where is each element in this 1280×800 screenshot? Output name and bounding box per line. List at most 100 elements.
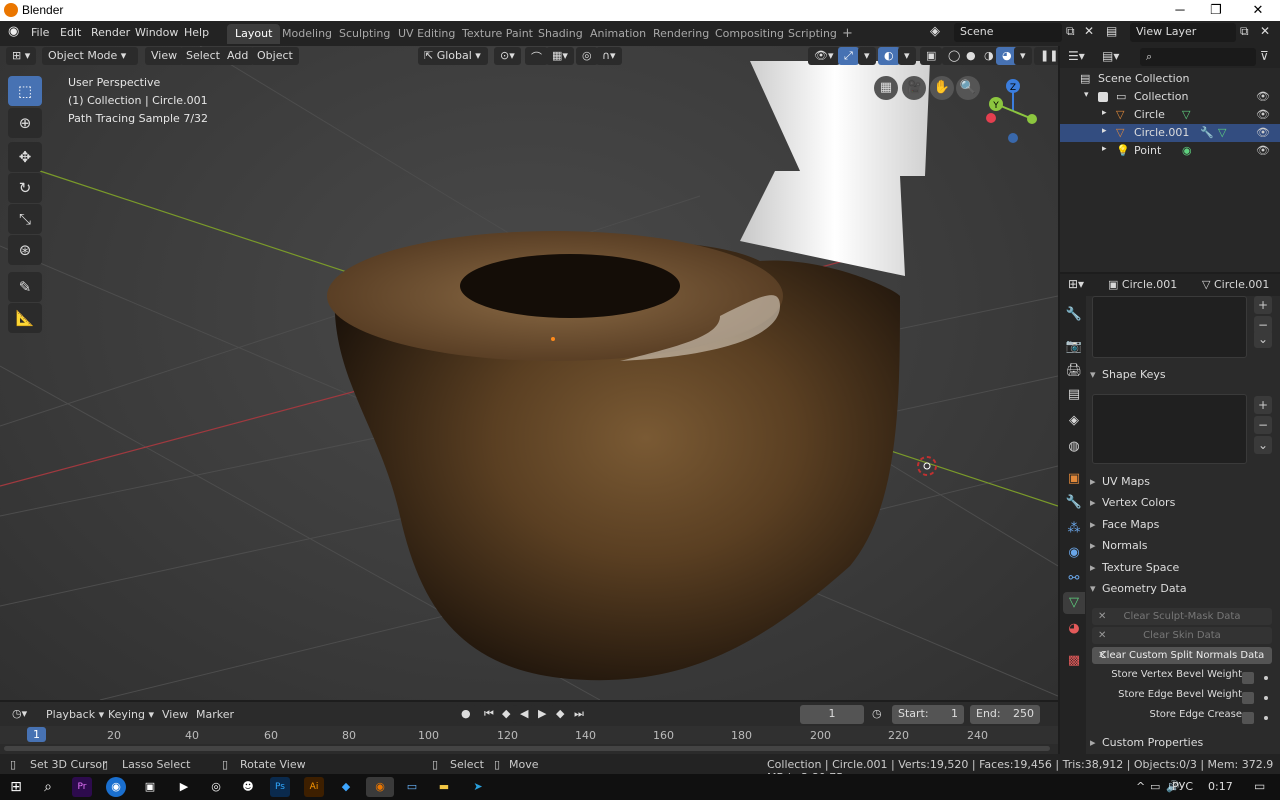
shape-key-menu-icon[interactable]: ⌄ <box>1254 436 1272 454</box>
menu-file[interactable]: File <box>31 26 49 39</box>
remove-shape-key-button[interactable]: − <box>1254 416 1272 434</box>
menu-playback[interactable]: Playback ▾ <box>46 708 104 721</box>
outliner-editor-type-icon[interactable]: ☰▾ <box>1068 49 1085 63</box>
outliner-collection[interactable]: ▾ ▭ Collection 👁 <box>1060 88 1280 106</box>
outliner-item-circle[interactable]: ▸ ▽ Circle ▽ 👁 <box>1060 106 1280 124</box>
add-shape-key-button[interactable]: + <box>1254 396 1272 414</box>
material-tab-icon[interactable]: ◕ <box>1063 618 1085 640</box>
shape-keys-list[interactable] <box>1092 394 1247 464</box>
panel-shape-keys[interactable]: ▾ Shape Keys <box>1090 368 1276 388</box>
blender-menu-icon[interactable]: ◉ <box>8 24 19 39</box>
menu-window[interactable]: Window <box>135 26 178 39</box>
gizmo-dropdown-icon[interactable]: ▾ <box>858 47 876 65</box>
filter-icon[interactable]: ⊽ <box>1260 49 1269 63</box>
keyframe-dot-icon[interactable] <box>1264 716 1268 720</box>
object-breadcrumb[interactable]: ▣ Circle.001 <box>1108 278 1177 291</box>
panel-normals[interactable]: ▸ Normals <box>1090 539 1276 559</box>
expand-icon[interactable]: ▸ <box>1102 126 1107 136</box>
panel-texture-space[interactable]: ▸ Texture Space <box>1090 561 1276 581</box>
end-frame-field[interactable]: End: 250 <box>970 705 1040 724</box>
orientation-dropdown[interactable]: ⇱ Global ▾ <box>418 47 488 65</box>
visibility-icon[interactable]: 👁 <box>1256 108 1270 121</box>
add-vertex-group-button[interactable]: + <box>1254 296 1272 314</box>
menu-add[interactable]: Add <box>221 47 255 65</box>
panel-face-maps[interactable]: ▸ Face Maps <box>1090 518 1276 538</box>
expand-icon[interactable]: ▸ <box>1102 108 1107 118</box>
jump-end-icon[interactable]: ⏭ <box>568 705 590 723</box>
minimize-icon[interactable]: ─ <box>1162 1 1198 19</box>
menu-timeline-view[interactable]: View <box>162 708 188 721</box>
menu-render[interactable]: Render <box>91 26 130 39</box>
keyframe-dot-icon[interactable] <box>1264 676 1268 680</box>
annotate-tool-icon[interactable]: ✎ <box>8 272 42 302</box>
scene-icon[interactable]: ◈ <box>930 24 940 39</box>
record-icon[interactable]: ● <box>455 705 477 723</box>
tool-tab-icon[interactable]: 🔧 <box>1063 304 1085 326</box>
panel-geometry-data[interactable]: ▾ Geometry Data <box>1090 582 1276 602</box>
tab-layout[interactable]: Layout <box>227 24 281 44</box>
view-layer-tab-icon[interactable]: ▤ <box>1063 384 1085 406</box>
preview-range-icon[interactable]: ◷ <box>872 707 882 720</box>
gizmo-toggle-icon[interactable]: ⤢ <box>838 47 859 65</box>
media-icon[interactable]: ▶ <box>174 777 194 797</box>
store-edge-bevel-checkbox[interactable] <box>1242 692 1254 704</box>
cursor-tool-icon[interactable]: ⊕ <box>8 108 42 138</box>
pause-render-icon[interactable]: ❚❚ <box>1034 47 1058 65</box>
select-box-tool-icon[interactable]: ⬚ <box>8 76 42 106</box>
scene-tab-icon[interactable]: ◈ <box>1063 410 1085 432</box>
outliner-scene-collection[interactable]: ▤ Scene Collection <box>1060 70 1280 88</box>
overlay-toggle-icon[interactable]: ◐ <box>878 47 900 65</box>
keyboard-language[interactable]: РУС <box>1172 780 1193 793</box>
delete-scene-icon[interactable]: ✕ <box>1084 24 1094 38</box>
playhead-frame[interactable]: 1 <box>27 727 46 742</box>
maximize-icon[interactable]: ❐ <box>1198 1 1234 19</box>
collection-visibility-icon[interactable]: 👁 <box>1256 90 1270 103</box>
new-view-layer-icon[interactable]: ⧉ <box>1240 24 1249 39</box>
folder-icon[interactable]: ▬ <box>434 777 454 797</box>
panel-uv-maps[interactable]: ▸ UV Maps <box>1090 475 1276 495</box>
blender-taskbar-icon[interactable]: ◉ <box>366 777 394 797</box>
physics-tab-icon[interactable]: ◉ <box>1063 542 1085 564</box>
overlay-dropdown-icon[interactable]: ▾ <box>898 47 916 65</box>
editor-type-button[interactable]: ⊞ ▾ <box>6 47 37 65</box>
scale-tool-icon[interactable]: ⤡ <box>8 204 42 234</box>
expand-collection-icon[interactable]: ▾ <box>1084 90 1089 100</box>
navigation-gizmo[interactable]: Z Y <box>978 76 1048 146</box>
delete-view-layer-icon[interactable]: ✕ <box>1260 24 1270 38</box>
texture-tab-icon[interactable]: ▩ <box>1063 650 1085 672</box>
toggle-camera-grid-icon[interactable]: ▦ <box>874 76 898 100</box>
zoom-view-icon[interactable]: 🔍 <box>956 76 980 100</box>
vertex-group-menu-icon[interactable]: ⌄ <box>1254 330 1272 348</box>
display-mode-icon[interactable]: ▤▾ <box>1102 49 1119 63</box>
window-icon[interactable]: ▭ <box>402 777 422 797</box>
current-frame-field[interactable]: 1 <box>800 705 864 724</box>
camera-view-icon[interactable]: 🎥 <box>902 76 926 100</box>
steam-icon[interactable]: ◎ <box>206 777 226 797</box>
output-tab-icon[interactable]: 🖨 <box>1063 360 1085 382</box>
world-tab-icon[interactable]: ◍ <box>1063 436 1085 458</box>
store-vertex-bevel-checkbox[interactable] <box>1242 672 1254 684</box>
menu-edit[interactable]: Edit <box>60 26 81 39</box>
clock[interactable]: 0:17 <box>1208 780 1233 793</box>
clear-custom-split-normals-button[interactable]: ✕ Clear Custom Split Normals Data <box>1092 647 1272 664</box>
vertex-groups-list[interactable] <box>1092 296 1247 358</box>
new-scene-icon[interactable]: ⧉ <box>1066 24 1075 39</box>
xray-icon[interactable]: ▣ <box>920 47 943 65</box>
premiere-icon[interactable]: Pr <box>72 777 92 797</box>
keyframe-dot-icon[interactable] <box>1264 696 1268 700</box>
object-tab-icon[interactable]: ▣ <box>1063 468 1085 490</box>
shield-icon[interactable]: ◆ <box>336 777 356 797</box>
discord-icon[interactable]: ☻ <box>238 777 258 797</box>
proportional-edit-icon[interactable]: ◎ <box>576 47 598 65</box>
photoshop-icon[interactable]: Ps <box>270 777 290 797</box>
modifier-tab-icon[interactable]: 🔧 <box>1063 492 1085 514</box>
outliner-search-input[interactable]: ⌕ <box>1140 48 1256 66</box>
render-tab-icon[interactable]: 📷 <box>1063 336 1085 358</box>
properties-editor-type-icon[interactable]: ⊞▾ <box>1068 277 1084 291</box>
tab-texture-paint[interactable]: Texture Paint <box>454 24 541 44</box>
expand-icon[interactable]: ▸ <box>1102 144 1107 154</box>
outliner-item-point[interactable]: ▸ 💡 Point ◉ 👁 <box>1060 142 1280 160</box>
search-icon[interactable]: ⌕ <box>38 777 58 797</box>
notifications-icon[interactable]: ▭ <box>1254 779 1265 793</box>
collection-checkbox[interactable] <box>1098 92 1108 102</box>
